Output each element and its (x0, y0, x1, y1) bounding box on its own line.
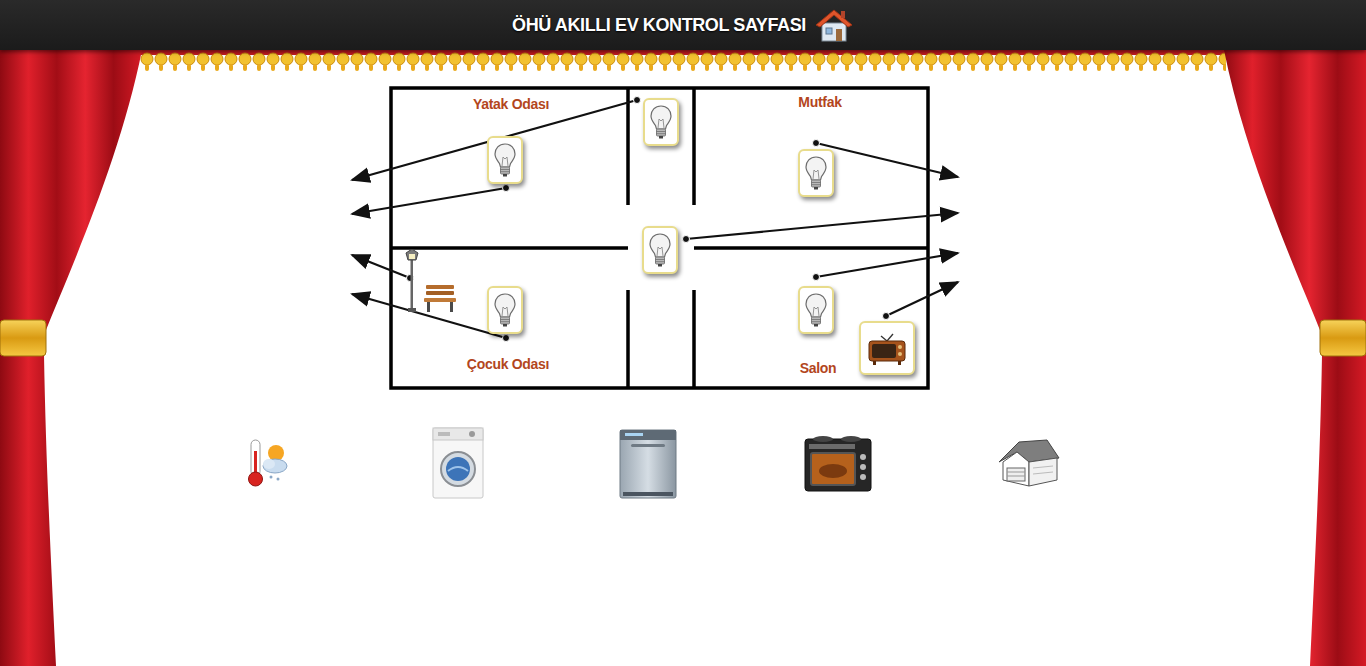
header-bar: ÖHÜ AKILLI EV KONTROL SAYFASI (0, 0, 1366, 50)
connector-arrow (352, 294, 510, 342)
valance-fringe (140, 50, 1226, 74)
weather-icon (245, 437, 291, 489)
room-label: Mutfak (798, 94, 841, 110)
light-switch[interactable] (798, 286, 834, 334)
floor-plan-walls (0, 50, 1366, 395)
connector-arrow (813, 140, 959, 178)
page-title: ÖHÜ AKILLI EV KONTROL SAYFASI (512, 15, 806, 36)
tv-icon (867, 330, 907, 366)
bulb-icon (805, 156, 827, 190)
light-switch[interactable] (798, 149, 834, 197)
appliance-row (0, 415, 1366, 510)
bulb-box (798, 149, 834, 197)
bulb-box (487, 286, 523, 334)
light-switch[interactable] (487, 136, 523, 184)
bulb-icon (650, 105, 672, 139)
appliance-button[interactable] (245, 437, 291, 489)
tv-box (859, 321, 915, 375)
right-curtain (1224, 50, 1366, 666)
garage-icon (995, 436, 1061, 490)
connector-arrow (352, 185, 510, 215)
bulb-icon (494, 143, 516, 177)
house-icon (814, 6, 854, 44)
left-tieback (0, 320, 46, 356)
right-tieback (1320, 320, 1366, 356)
left-curtain (0, 50, 142, 666)
light-switch[interactable] (642, 226, 678, 274)
tv-switch[interactable] (859, 321, 915, 375)
bulb-box (642, 226, 678, 274)
street-lamp-bench-icon (404, 249, 456, 315)
smart-home-page: ÖHÜ AKILLI EV KONTROL SAYFASI Yatak Odası… (0, 0, 1366, 666)
oven-icon (803, 431, 873, 495)
bulb-icon (805, 293, 827, 327)
garden-lamp-switch[interactable] (404, 249, 456, 315)
appliance-button[interactable] (803, 431, 873, 495)
appliance-button[interactable] (432, 427, 484, 499)
room-label: Çocuk Odası (467, 356, 549, 372)
appliance-button[interactable] (617, 426, 679, 500)
washing-machine-icon (432, 427, 484, 499)
room-label: Salon (800, 360, 837, 376)
dishwasher-icon (617, 426, 679, 500)
bulb-box (643, 98, 679, 146)
light-switch[interactable] (643, 98, 679, 146)
light-switch[interactable] (487, 286, 523, 334)
connector-arrow (352, 255, 414, 282)
stage-curtains (0, 0, 1366, 666)
bulb-icon (494, 293, 516, 327)
floor-plan: Yatak Odası Mutfak Çocuk Odası Salon (0, 50, 1366, 395)
appliance-button[interactable] (995, 436, 1061, 490)
room-label: Yatak Odası (473, 96, 549, 112)
connector-arrow (883, 282, 959, 320)
connector-arrow (683, 213, 959, 243)
bulb-box (798, 286, 834, 334)
bulb-box (487, 136, 523, 184)
bulb-icon (649, 233, 671, 267)
connector-arrow (813, 253, 959, 281)
